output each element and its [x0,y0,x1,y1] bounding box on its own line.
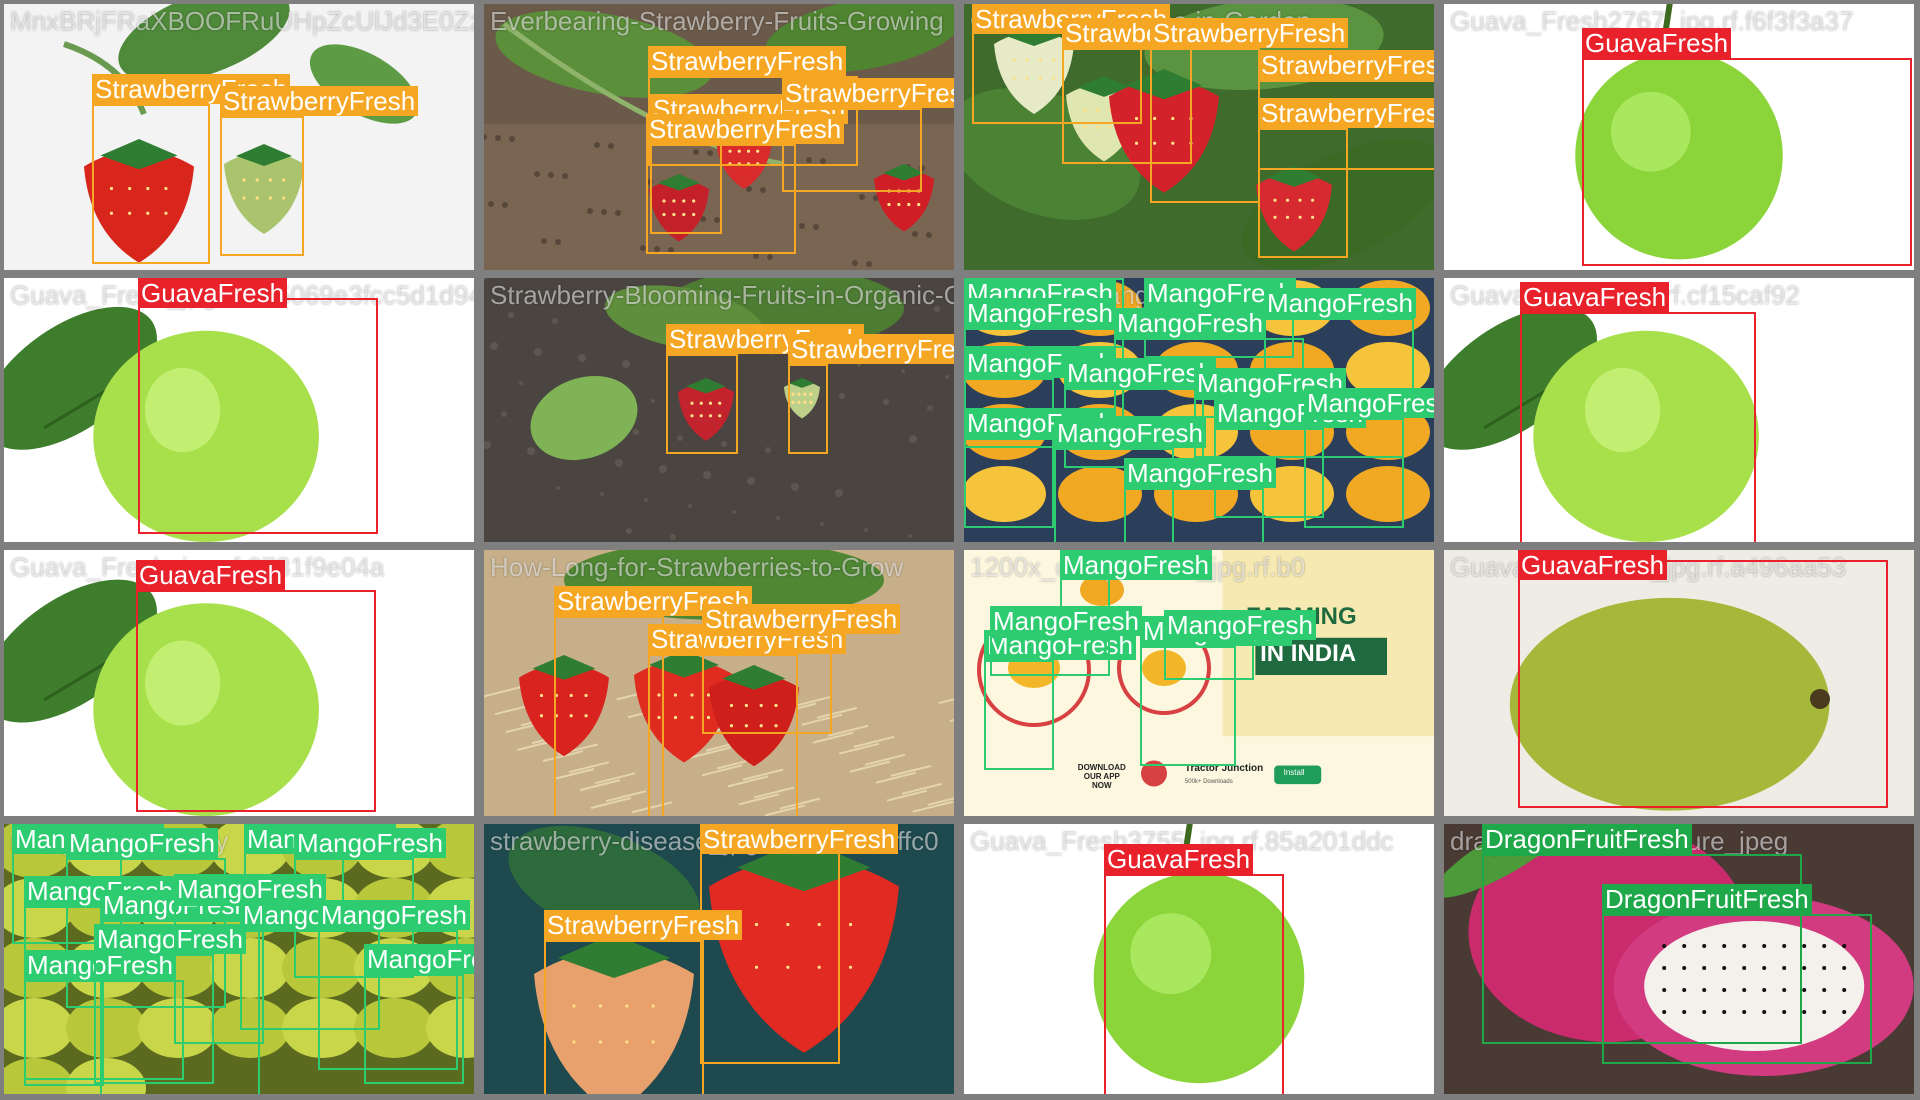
detection-label: MangoFresh [1124,458,1276,488]
detection-box [964,438,1054,528]
detection-label: GuavaFresh [1520,282,1670,312]
detection-label: StrawberryFresh [782,78,954,108]
detection-box [220,116,304,256]
detection-grid: MnxBRjFRaXBOOFRuUHpZcUlJd3E0Zzhwclk4YmQ2… [0,0,1920,1100]
detection-box [1304,418,1404,528]
image-tile: Guava_Fresh_jpg.rf.cf15caf92GuavaFresh [1444,278,1914,542]
detection-label: MangoFresh [964,298,1116,328]
detection-label: StrawberryFresh [702,604,901,634]
detection-label: MangoFresh [1304,388,1434,418]
image-tile: Guava_Fresh_jpg.rf.6781f9e04aGuavaFresh [4,550,474,816]
detection-box [1520,312,1756,542]
detection-box [666,354,738,454]
image-tile: GuavaFresh5782_jpg.rf.a496aa53GuavaFresh [1444,550,1914,816]
detection-box [646,144,796,254]
image-tile: Guava_Fresh_jpg.rf.ba5069e3fcc5d1d94b6Gu… [4,278,474,542]
image-tile: Everbearing-Strawberry-Fruits-Growing Str… [484,4,954,270]
detection-label: MangoFresh [318,900,470,930]
detection-label: MangoFresh [294,828,446,858]
detection-box [136,590,376,812]
detection-label: StrawberryFresh [788,334,954,364]
detection-label: GuavaFresh [1518,550,1668,580]
detection-box [702,634,832,734]
detection-box [1104,874,1284,1094]
detection-label: StrawberryFresh [1258,98,1434,128]
detection-box [364,974,464,1084]
detection-box [1150,48,1260,203]
detection-label: GuavaFresh [138,278,288,308]
detection-box [1518,560,1888,808]
detection-label: StrawberryFresh [544,910,743,940]
detection-box [984,660,1054,770]
image-tile: strawberry-disease_jpg.rf.4e1a53efffc0St… [484,824,954,1094]
detection-label: StrawberryFresh [648,46,847,76]
image-tile: MnxBRjFRaXBOOFRuUHpZcUlJd3E0Zzhwclk4YmQ2… [4,4,474,270]
image-tile: Guava_Fresh3755_jpg.rf.85a201ddc GuavaFre… [964,824,1434,1094]
image-tile: Strawberry-Blooming-Fruits-in-Organic-Ga… [484,278,954,542]
image-tile: Grow-Strawberries-in-GardenStrawberryFre… [964,4,1434,270]
ad-download-text: DOWNLOAD OUR APP NOW [1077,762,1126,790]
image-tile: mango-fresh-manyMangoFreshMangoFreshMang… [4,824,474,1094]
detection-label: StrawberryFresh [700,824,899,854]
detection-box [1124,488,1264,542]
detection-label: MangoFresh [1264,288,1416,318]
detection-box [990,636,1110,676]
detection-label: DragonFruitFresh [1482,824,1692,854]
detection-box [700,844,840,1064]
detection-label: StrawberryFresh [646,114,845,144]
detection-label: MangoFresh [1164,610,1316,640]
detection-box [92,104,210,264]
detection-box [1164,640,1254,680]
detection-box [138,298,378,534]
detection-label: StrawberryFresh [1150,18,1349,48]
detection-label: StrawberryFresh [1258,50,1434,80]
detection-label: MangoFresh [1114,308,1266,338]
detection-label: MangoFresh [364,944,474,974]
detection-label: MangoFresh [66,828,218,858]
detection-label: MangoFresh [1060,550,1212,580]
detection-label: DragonFruitFresh [1602,884,1812,914]
detection-label: MangoFresh [1054,418,1206,448]
detection-label: MangoFresh [174,874,326,904]
detection-label: GuavaFresh [1104,844,1254,874]
detection-box [174,904,264,1044]
detection-box [788,364,828,454]
detection-box [1602,914,1872,1064]
detection-box [1258,128,1348,258]
ad-install-button: Install [1283,768,1305,778]
detection-box [1582,58,1912,266]
image-tile: How-Long-for-Strawberries-to-Grow Strawbe… [484,550,954,816]
detection-label: GuavaFresh [1582,28,1732,58]
image-tile: FARMINGIN INDIADOWNLOAD OUR APP NOWTract… [964,550,1434,816]
detection-label: GuavaFresh [136,560,286,590]
ad-subtext: 500k+ Downloads [1184,778,1233,785]
image-tile: Guava_Fresh2767_jpg.rf.f6f3f3a37 GuavaFre… [1444,4,1914,270]
image-tile: dragon-fruit-128-feature_jpegDragonFruit… [1444,824,1914,1094]
detection-label: StrawberryFresh [220,86,419,116]
detection-label: MangoFresh [990,606,1142,636]
image-tile: alphonso-mango-7p4x45d_jpgMangoFreshMang… [964,278,1434,542]
detection-box [544,940,704,1094]
